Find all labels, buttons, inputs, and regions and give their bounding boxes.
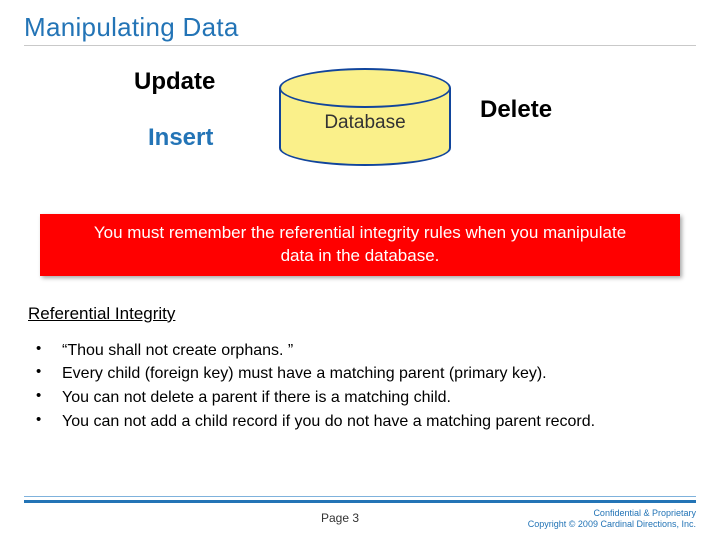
list-item: • You can not add a child record if you … [32,411,696,433]
conf-line1: Confidential & Proprietary [593,508,696,518]
slide-title: Manipulating Data [24,12,696,46]
conf-line2: Copyright © 2009 Cardinal Directions, In… [528,519,696,529]
footer-copyright: Confidential & Proprietary Copyright © 2… [496,505,696,530]
callout-text-line1: You must remember the referential integr… [94,223,626,242]
keyword-delete: Delete [480,96,552,124]
warning-callout: You must remember the referential integr… [40,214,680,276]
callout-text-line2: data in the database. [281,246,440,265]
bullet-text: Every child (foreign key) must have a ma… [62,363,547,385]
list-item: • “Thou shall not create orphans. ” [32,340,696,362]
list-item: • You can not delete a parent if there i… [32,387,696,409]
bullet-icon: • [32,363,62,380]
bullet-text: You can not add a child record if you do… [62,411,595,433]
bullet-text: “Thou shall not create orphans. ” [62,340,293,362]
slide: Manipulating Data Update Insert Delete D… [0,0,720,540]
keyword-insert: Insert [148,124,213,152]
database-label: Database [279,112,451,134]
bullet-icon: • [32,411,62,428]
bullet-text: You can not delete a parent if there is … [62,387,451,409]
page-number: Page 3 [184,505,496,525]
list-item: • Every child (foreign key) must have a … [32,363,696,385]
section-heading: Referential Integrity [28,304,696,324]
bullet-icon: • [32,340,62,357]
keyword-update: Update [134,68,215,96]
slide-footer: Page 3 Confidential & Proprietary Copyri… [24,500,696,530]
bullet-icon: • [32,387,62,404]
bullet-list: • “Thou shall not create orphans. ” • Ev… [32,340,696,432]
db-diagram: Update Insert Delete Database [24,68,696,188]
database-cylinder-icon: Database [279,68,451,178]
